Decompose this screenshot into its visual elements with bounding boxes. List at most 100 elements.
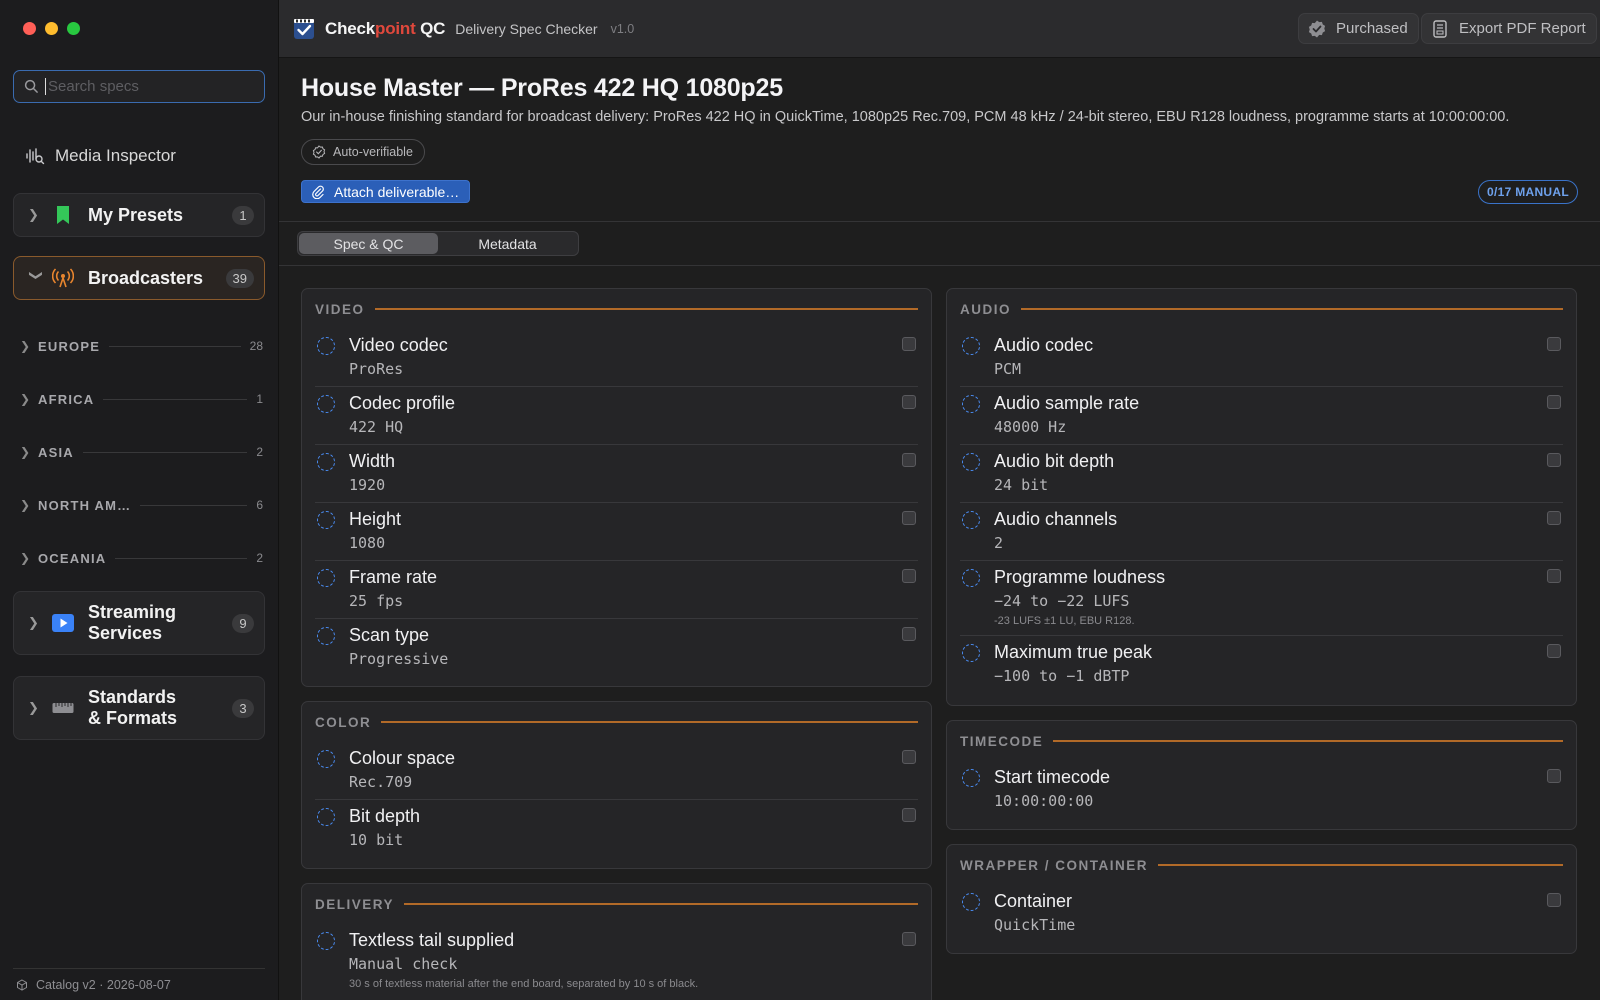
sidebar-item-label: Broadcasters [88, 267, 204, 288]
sidebar-item-broadcasters[interactable]: ❯ Broadcasters 39 [13, 256, 265, 300]
spec-value: 10:00:00:00 [994, 792, 1094, 810]
spec-name: Height [349, 509, 402, 529]
region-africa[interactable]: ❯ AFRICA 1 [20, 389, 263, 409]
region-oceania[interactable]: ❯ OCEANIA 2 [20, 548, 263, 568]
sidebar-item-label: Streaming Services [88, 602, 232, 644]
catalog-version: Catalog v2 · 2026-08-07 [36, 977, 171, 992]
pending-status-icon [962, 453, 980, 471]
sidebar-item-standards-formats[interactable]: ❯ Standards & Formats 3 [13, 676, 265, 740]
spec-row-programme-loudness: Programme loudness −24 to −22 LUFS -23 LUF… [960, 561, 1563, 636]
spec-value: 25 fps [349, 592, 404, 610]
sidebar-item-my-presets[interactable]: ❯ My Presets 1 [13, 193, 265, 237]
spec-row-start-timecode: Start timecode 10:00:00:00 [960, 761, 1563, 819]
app-version: v1.0 [610, 21, 635, 36]
purchased-button[interactable]: Purchased [1298, 13, 1419, 44]
auto-verifiable-pill: Auto-verifiable [301, 139, 425, 165]
chevron-right-icon: ❯ [20, 551, 31, 565]
spec-name: Container [994, 891, 1073, 911]
spec-row-codec-profile: Codec profile 422 HQ [315, 387, 918, 445]
chevron-right-icon: ❯ [28, 615, 39, 630]
pending-status-icon [317, 453, 335, 471]
antenna-icon [52, 267, 74, 289]
sidebar-footer: Catalog v2 · 2026-08-07 [13, 968, 265, 1000]
manual-checkbox[interactable] [1547, 769, 1561, 783]
spec-row-audio-sample-rate: Audio sample rate 48000 Hz [960, 387, 1563, 445]
pending-status-icon [317, 627, 335, 645]
spec-name: Start timecode [994, 767, 1111, 787]
spec-row-audio-codec: Audio codec PCM [960, 329, 1563, 387]
section-delivery: DELIVERY Textless tail supplied Manual ch… [301, 883, 932, 1000]
region-north-america[interactable]: ❯ NORTH AM… 6 [20, 495, 263, 515]
spec-value: 1080 [349, 534, 386, 552]
window-controls [23, 22, 80, 35]
count-badge: 1 [232, 205, 254, 225]
play-icon [52, 612, 74, 634]
manual-checkbox[interactable] [902, 750, 916, 764]
spec-row-audio-bit-depth: Audio bit depth 24 bit [960, 445, 1563, 503]
media-inspector-label: Media Inspector [55, 146, 176, 165]
close-window-button[interactable] [23, 22, 36, 35]
manual-checkbox[interactable] [1547, 395, 1561, 409]
manual-checkbox[interactable] [902, 808, 916, 822]
pending-status-icon [317, 395, 335, 413]
spec-row-bit-depth: Bit depth 10 bit [315, 800, 918, 858]
manual-checkbox[interactable] [1547, 453, 1561, 467]
attach-label: Attach deliverable… [334, 183, 460, 200]
spec-name: Codec profile [349, 393, 456, 413]
spec-name: Audio bit depth [994, 451, 1115, 471]
sidebar: Media Inspector ❯ My Presets 1 ❯ Broadca… [0, 0, 279, 1000]
manual-checkbox[interactable] [1547, 893, 1561, 907]
pending-status-icon [962, 337, 980, 355]
section-audio: AUDIO Audio codec PCM Audio sample rate 48… [946, 288, 1577, 706]
manual-checkbox[interactable] [902, 569, 916, 583]
sidebar-item-streaming-services[interactable]: ❯ Streaming Services 9 [13, 591, 265, 655]
spec-name: Audio sample rate [994, 393, 1140, 413]
search-input[interactable] [45, 78, 245, 95]
region-europe[interactable]: ❯ EUROPE 28 [20, 336, 263, 356]
spec-value: Rec.709 [349, 773, 413, 791]
region-count: 2 [256, 551, 263, 565]
manual-checkbox[interactable] [902, 395, 916, 409]
attach-deliverable-button[interactable]: Attach deliverable… [301, 180, 471, 203]
tab-spec-qc[interactable]: Spec & QC [299, 233, 438, 254]
pending-status-icon [962, 569, 980, 587]
minimize-window-button[interactable] [45, 22, 58, 35]
pending-status-icon [317, 808, 335, 826]
spec-value: −100 to −1 dBTP [994, 667, 1130, 685]
section-title: DELIVERY [315, 896, 395, 912]
divider [103, 398, 248, 400]
checkpoint-logo-icon [294, 18, 314, 39]
manual-checkbox[interactable] [902, 337, 916, 351]
section-color: COLOR Colour space Rec.709 Bit depth 10 bi… [301, 701, 932, 869]
brand-part-3: QC [415, 18, 446, 38]
spec-row-container: Container QuickTime [960, 885, 1563, 943]
region-asia[interactable]: ❯ ASIA 2 [20, 442, 263, 462]
section-wrapper-container: WRAPPER / CONTAINER Container QuickTime [946, 844, 1577, 954]
spec-row-scan-type: Scan type Progressive [315, 619, 918, 677]
main-content: Checkpoint QC Delivery Spec Checker v1.0… [279, 0, 1600, 1000]
spec-value: 422 HQ [349, 418, 404, 436]
manual-checkbox[interactable] [902, 932, 916, 946]
manual-checkbox[interactable] [1547, 337, 1561, 351]
export-pdf-button[interactable]: Export PDF Report [1421, 13, 1597, 44]
spec-value: Manual check [349, 955, 458, 973]
tab-metadata[interactable]: Metadata [438, 233, 577, 254]
spec-row-video-codec: Video codec ProRes [315, 329, 918, 387]
search-box[interactable] [13, 70, 265, 103]
manual-checkbox[interactable] [1547, 644, 1561, 658]
media-inspector-item[interactable]: Media Inspector [25, 146, 176, 166]
manual-checkbox[interactable] [1547, 569, 1561, 583]
zoom-window-button[interactable] [67, 22, 80, 35]
manual-checkbox[interactable] [1547, 511, 1561, 525]
manual-checkbox[interactable] [902, 453, 916, 467]
spec-value: 24 bit [994, 476, 1049, 494]
spec-name: Colour space [349, 748, 456, 768]
count-badge: 39 [225, 268, 254, 288]
manual-checkbox[interactable] [902, 511, 916, 525]
spec-row-width: Width 1920 [315, 445, 918, 503]
manual-checkbox[interactable] [902, 627, 916, 641]
brand-part-1: Check [325, 18, 376, 38]
section-title: WRAPPER / CONTAINER [960, 857, 1149, 873]
region-name: ASIA [38, 444, 74, 460]
spec-name: Programme loudness [994, 567, 1166, 587]
